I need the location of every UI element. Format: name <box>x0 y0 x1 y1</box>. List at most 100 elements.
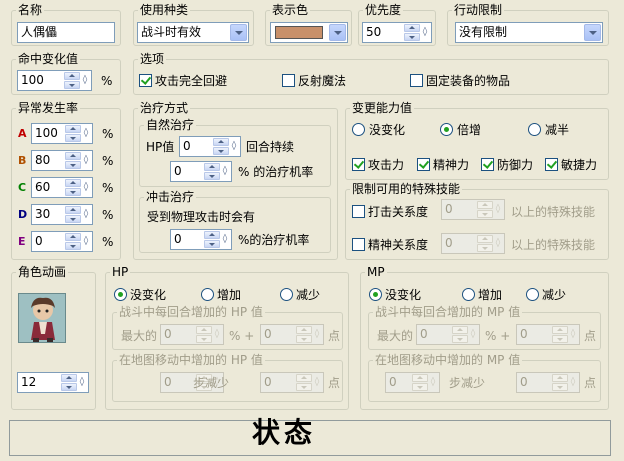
spin-down-icon[interactable] <box>204 240 220 248</box>
hp-radio-increase-label: 增加 <box>217 288 242 302</box>
spin-down-icon[interactable] <box>65 242 81 250</box>
spin-up-icon[interactable] <box>65 233 81 241</box>
color-select[interactable] <box>270 22 348 43</box>
mp-max-spinner[interactable]: 0 ◊ <box>416 324 480 345</box>
diamond-icon: ◊ <box>314 329 320 339</box>
hp-map-point-spinner[interactable]: 0 ◊ <box>260 372 324 393</box>
chevron-down-icon[interactable] <box>584 24 601 41</box>
hp-radio-increase[interactable] <box>201 288 214 301</box>
hit-rate-spinner[interactable]: 100 ◊ <box>17 70 92 91</box>
spin-down-icon[interactable] <box>477 210 493 218</box>
spin-down-icon[interactable] <box>65 188 81 196</box>
skill-strike-spinner[interactable]: 0 ◊ <box>441 199 505 220</box>
spin-down-icon[interactable] <box>65 134 81 142</box>
spin-up-icon[interactable] <box>204 163 220 171</box>
option-checkbox-evade[interactable] <box>139 74 152 87</box>
spin-down-icon[interactable] <box>204 172 220 180</box>
hp-point-spinner[interactable]: 0 ◊ <box>260 324 324 345</box>
spin-down-icon[interactable] <box>64 81 80 89</box>
mp-radio-increase-label: 增加 <box>478 288 503 302</box>
spin-up-icon[interactable] <box>64 72 80 80</box>
impact-rate-spinner[interactable]: 0 ◊ <box>170 229 232 250</box>
natural-rate-spinner[interactable]: 0 ◊ <box>170 161 232 182</box>
spin-up-icon[interactable] <box>552 374 568 382</box>
abnormal-letter-e: E <box>18 235 26 248</box>
spin-down-icon[interactable] <box>196 335 212 343</box>
mp-point-suffix: 点 <box>584 329 597 343</box>
spin-down-icon[interactable] <box>477 244 493 252</box>
usage-select[interactable]: 战斗时有效 <box>137 22 249 43</box>
spin-up-icon[interactable] <box>404 24 420 32</box>
restriction-select[interactable]: 没有限制 <box>455 22 603 43</box>
mp-radio-none[interactable] <box>369 288 382 301</box>
ability-check-agility[interactable] <box>545 158 558 171</box>
spin-down-icon[interactable] <box>552 383 568 391</box>
mp-step-suffix: 步减少 <box>449 376 486 390</box>
mp-point-spinner[interactable]: 0 ◊ <box>516 324 580 345</box>
impact-rate-value: 0 <box>174 232 182 246</box>
priority-spinner[interactable]: 50 ◊ <box>362 22 432 43</box>
spin-up-icon[interactable] <box>65 179 81 187</box>
spin-up-icon[interactable] <box>296 374 312 382</box>
chevron-down-icon[interactable] <box>230 24 247 41</box>
ability-check-attack[interactable] <box>352 158 365 171</box>
hp-max-spinner[interactable]: 0 ◊ <box>160 324 224 345</box>
spin-up-icon[interactable] <box>196 326 212 334</box>
spin-down-icon[interactable] <box>452 335 468 343</box>
abnormal-spinner-e[interactable]: 0 ◊ <box>31 231 93 252</box>
spin-up-icon[interactable] <box>452 326 468 334</box>
abnormal-spinner-d[interactable]: 30 ◊ <box>31 204 93 225</box>
skill-spirit-spinner[interactable]: 0 ◊ <box>441 233 505 254</box>
abnormal-rate-label: 异常发生率 <box>18 101 79 115</box>
ability-radio-none[interactable] <box>352 123 365 136</box>
skill-check-strike[interactable] <box>352 205 365 218</box>
spin-down-icon[interactable] <box>213 147 229 155</box>
hp-radio-none[interactable] <box>114 288 127 301</box>
option-checkbox-reflect[interactable] <box>282 74 295 87</box>
ability-check-spirit[interactable] <box>417 158 430 171</box>
abnormal-spinner-a[interactable]: 100 ◊ <box>31 123 93 144</box>
chevron-down-icon[interactable] <box>329 24 346 41</box>
spin-down-icon[interactable] <box>412 383 428 391</box>
spin-down-icon[interactable] <box>61 383 77 391</box>
spin-down-icon[interactable] <box>296 335 312 343</box>
spin-up-icon[interactable] <box>213 138 229 146</box>
ability-check-defense[interactable] <box>481 158 494 171</box>
skill-check-spirit[interactable] <box>352 238 365 251</box>
spin-down-icon[interactable] <box>65 215 81 223</box>
spin-up-icon[interactable] <box>477 235 493 243</box>
hp-radio-decrease[interactable] <box>280 288 293 301</box>
spin-up-icon[interactable] <box>65 206 81 214</box>
name-field[interactable]: 人偶儡 <box>17 22 115 43</box>
spin-down-icon[interactable] <box>296 383 312 391</box>
hit-rate-unit: % <box>101 74 113 88</box>
color-swatch <box>275 26 323 39</box>
spin-down-icon[interactable] <box>552 335 568 343</box>
spin-up-icon[interactable] <box>296 326 312 334</box>
mp-radio-decrease-label: 减少 <box>542 288 567 302</box>
spin-up-icon[interactable] <box>61 374 77 382</box>
abnormal-spinner-c[interactable]: 60 ◊ <box>31 177 93 198</box>
abnormal-unit: % <box>102 208 114 222</box>
ability-radio-double-label: 倍增 <box>457 123 482 137</box>
spin-up-icon[interactable] <box>65 152 81 160</box>
spin-up-icon[interactable] <box>412 374 428 382</box>
spin-down-icon[interactable] <box>65 161 81 169</box>
spin-up-icon[interactable] <box>65 125 81 133</box>
abnormal-spinner-b[interactable]: 80 ◊ <box>31 150 93 171</box>
spin-up-icon[interactable] <box>477 201 493 209</box>
mp-radio-increase[interactable] <box>462 288 475 301</box>
spin-up-icon[interactable] <box>552 326 568 334</box>
natural-hp-spinner[interactable]: 0 ◊ <box>179 136 241 157</box>
spin-up-icon[interactable] <box>204 231 220 239</box>
spin-down-icon[interactable] <box>404 33 420 41</box>
diamond-icon: ◊ <box>570 329 576 339</box>
animation-label: 角色动画 <box>18 265 67 279</box>
mp-step-spinner[interactable]: 0 ◊ <box>385 372 440 393</box>
ability-radio-double[interactable] <box>440 123 453 136</box>
animation-spinner[interactable]: 12 ◊ <box>17 372 89 393</box>
option-checkbox-fixed-equip[interactable] <box>410 74 423 87</box>
mp-radio-decrease[interactable] <box>526 288 539 301</box>
mp-map-point-spinner[interactable]: 0 ◊ <box>516 372 580 393</box>
ability-radio-half[interactable] <box>528 123 541 136</box>
